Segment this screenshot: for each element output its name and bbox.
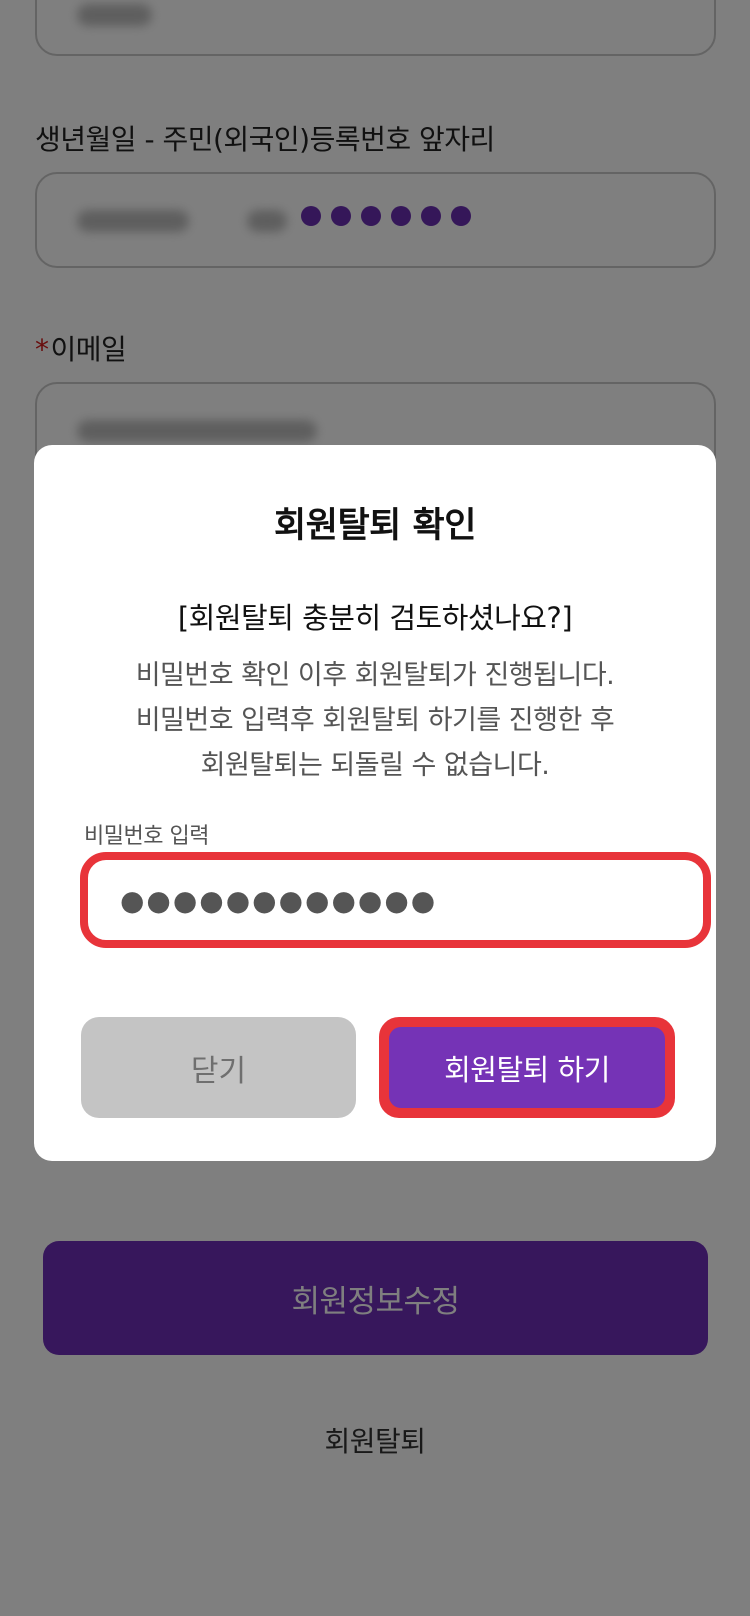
dialog-message: 비밀번호 확인 이후 회원탈퇴가 진행됩니다. 비밀번호 입력후 회원탈퇴 하기… bbox=[34, 653, 716, 788]
dialog-title: 회원탈퇴 확인 bbox=[274, 506, 476, 546]
confirm-withdraw-button[interactable]: 회원탈퇴 하기 bbox=[389, 1027, 665, 1108]
close-button[interactable]: 닫기 bbox=[81, 1017, 356, 1118]
password-input[interactable] bbox=[80, 852, 711, 948]
password-label: 비밀번호 입력 bbox=[84, 824, 209, 849]
dialog-message-line: 회원탈퇴는 되돌릴 수 없습니다. bbox=[200, 750, 550, 781]
confirm-button-highlight: 회원탈퇴 하기 bbox=[379, 1017, 675, 1118]
dialog-subtitle: [회원탈퇴 충분히 검토하셨나요?] bbox=[177, 601, 573, 635]
dialog-message-line: 비밀번호 입력후 회원탈퇴 하기를 진행한 후 bbox=[135, 705, 615, 736]
dialog-message-line: 비밀번호 확인 이후 회원탈퇴가 진행됩니다. bbox=[135, 660, 615, 691]
withdraw-confirm-dialog: 회원탈퇴 확인 [회원탈퇴 충분히 검토하셨나요?] 비밀번호 확인 이후 회원… bbox=[34, 445, 716, 1161]
